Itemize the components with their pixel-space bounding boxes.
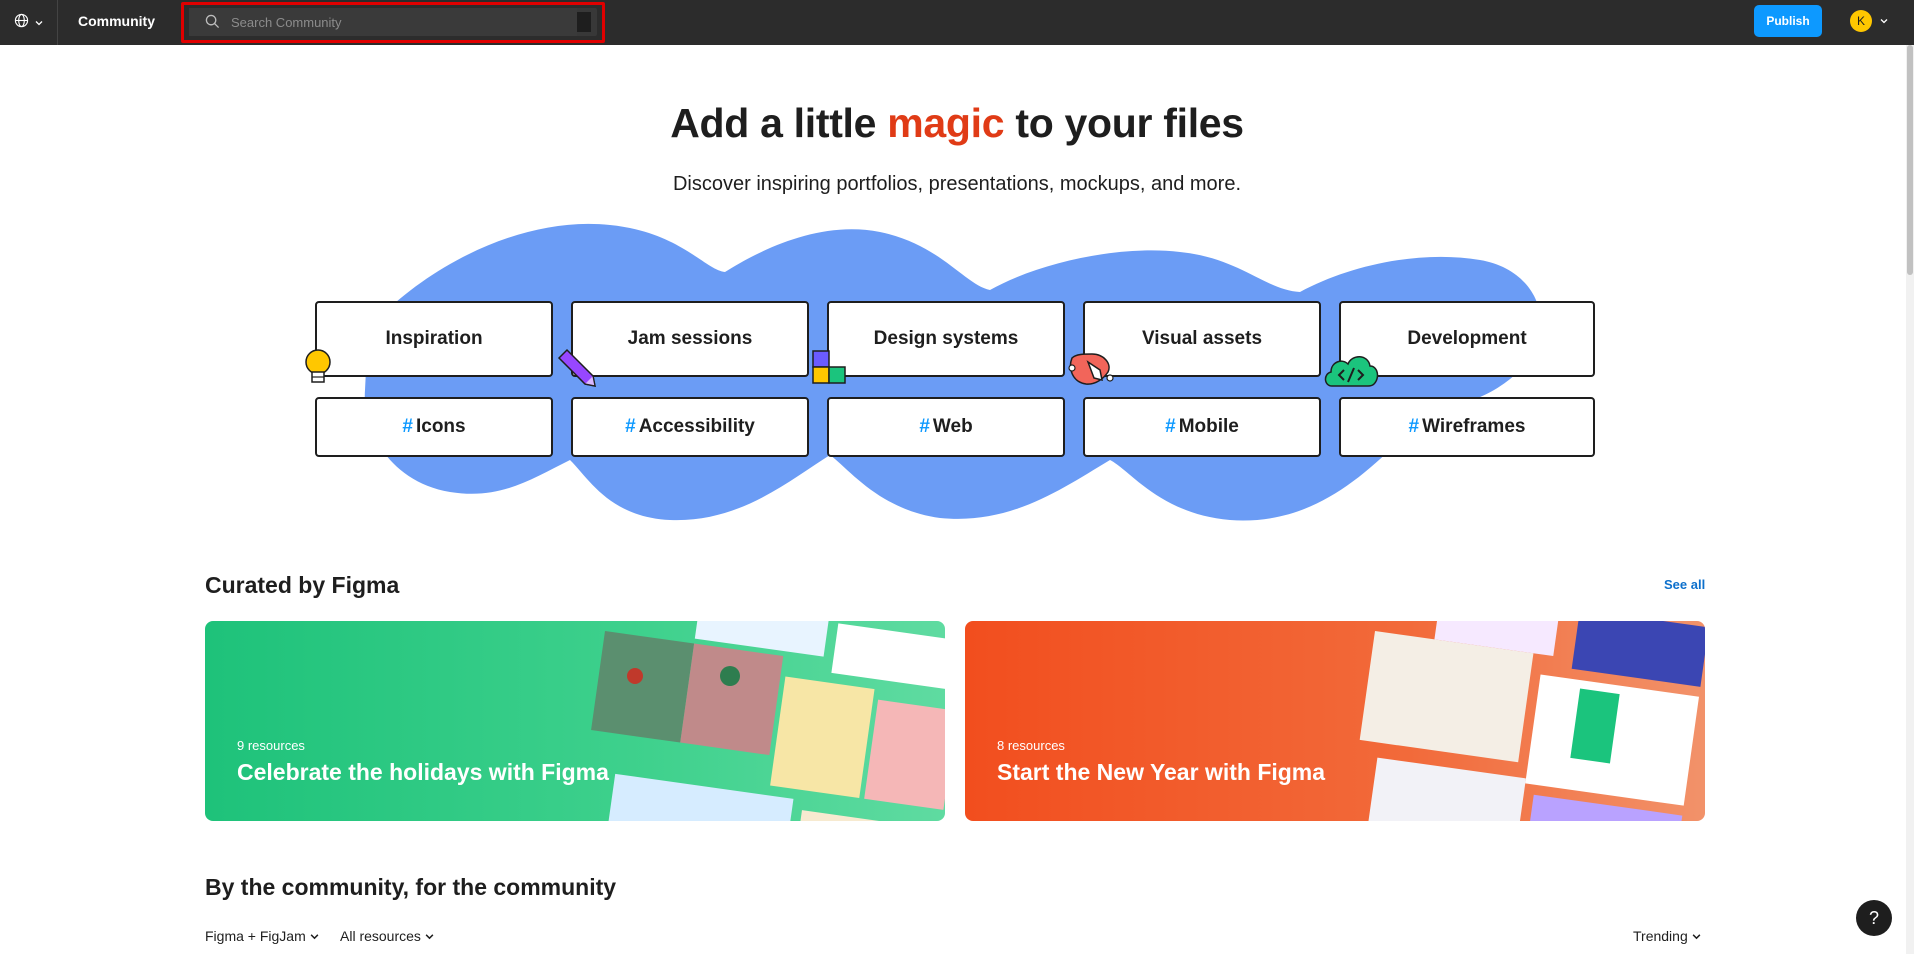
product-filter-dropdown[interactable]: Figma + FigJam [205,928,319,944]
banner-count: 9 resources [237,738,305,753]
banner-count: 8 resources [997,738,1065,753]
help-button[interactable]: ? [1856,900,1892,936]
curated-banner-new-year[interactable]: 8 resources Start the New Year with Figm… [965,621,1705,821]
banner-title: Start the New Year with Figma [997,759,1326,785]
chevron-down-icon [310,928,319,944]
banner-title: Celebrate the holidays with Figma [237,759,609,785]
category-design-systems[interactable]: Design systems [827,301,1065,377]
see-all-link[interactable]: See all [1664,577,1705,592]
tag-icons[interactable]: # Icons [315,397,553,457]
tag-mobile[interactable]: # Mobile [1083,397,1321,457]
curated-banner-holidays[interactable]: 9 resources Celebrate the holidays with … [205,621,945,821]
category-jam-sessions[interactable]: Jam sessions [571,301,809,377]
tag-web[interactable]: # Web [827,397,1065,457]
curated-section-title: Curated by Figma [205,572,400,598]
resource-filter-dropdown[interactable]: All resources [340,928,434,944]
new-year-collage-image [1359,621,1705,821]
holiday-collage-image [591,621,945,821]
chevron-down-icon [425,928,434,944]
blocks-icon [812,350,846,384]
community-section-title: By the community, for the community [205,874,617,900]
chevron-down-icon [1692,928,1701,944]
category-visual-assets[interactable]: Visual assets [1083,301,1321,377]
category-inspiration[interactable]: Inspiration [315,301,553,377]
tag-accessibility[interactable]: # Accessibility [571,397,809,457]
pencil-icon [557,348,596,387]
tag-wireframes[interactable]: # Wireframes [1339,397,1595,457]
pen-tool-icon [1068,353,1114,385]
sort-dropdown[interactable]: Trending [1633,928,1701,944]
lightbulb-icon [305,349,331,383]
code-cloud-icon [1324,356,1379,387]
